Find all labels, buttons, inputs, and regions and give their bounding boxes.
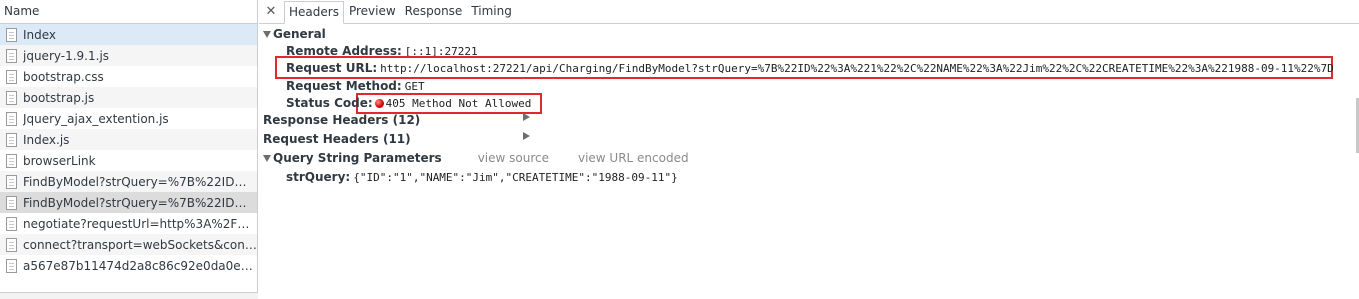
request-method-label: Request Method:	[286, 79, 402, 93]
request-list-panel: Name Index jquery-1.9.1.js bootstrap.css bo…	[0, 0, 258, 299]
document-icon	[6, 153, 17, 168]
view-source-link[interactable]: view source	[478, 151, 549, 165]
document-icon	[6, 90, 17, 105]
request-method-row: Request Method: GET	[286, 79, 425, 93]
error-status-icon	[374, 99, 384, 108]
document-icon	[6, 27, 17, 42]
request-name: a567e87b11474d2a8c86c92e0da0eb8f...	[23, 258, 257, 273]
request-headers-header[interactable]: Request Headers (11)	[263, 132, 530, 146]
request-details-panel: ✕ Headers Preview Response Timing Genera…	[259, 0, 1359, 299]
response-headers-section: Response Headers (12)	[263, 113, 530, 127]
request-list-item[interactable]: connect?transport=webSockets&conn...	[0, 234, 257, 255]
request-list-item[interactable]: bootstrap.js	[0, 87, 257, 108]
request-url-label: Request URL:	[286, 61, 378, 75]
tab-preview[interactable]: Preview	[345, 1, 400, 23]
request-name: negotiate?requestUrl=http%3A%2F%2...	[23, 216, 257, 231]
document-icon	[6, 216, 17, 231]
request-list-item[interactable]: browserLink	[0, 150, 257, 171]
query-string-title: Query String Parameters	[273, 151, 442, 165]
tab-timing[interactable]: Timing	[467, 1, 516, 23]
request-url-value: http://localhost:27221/api/Charging/Find…	[380, 62, 1334, 75]
query-string-section: Query String Parameters view source view…	[263, 151, 689, 165]
query-param-value: {"ID":"1","NAME":"Jim","CREATETIME":"198…	[353, 171, 678, 184]
query-string-header[interactable]: Query String Parameters view source view…	[263, 151, 689, 165]
request-name: Jquery_ajax_extention.js	[23, 111, 169, 126]
collapse-triangle-icon[interactable]	[263, 30, 271, 38]
request-name: bootstrap.css	[23, 69, 104, 84]
request-list-item[interactable]: negotiate?requestUrl=http%3A%2F%2...	[0, 213, 257, 234]
request-list-item[interactable]: Jquery_ajax_extention.js	[0, 108, 257, 129]
request-name: FindByModel?strQuery=%7B%22ID%2...	[23, 195, 257, 210]
request-url-row: Request URL: http://localhost:27221/api/C…	[286, 61, 1334, 75]
request-list-item[interactable]: jquery-1.9.1.js	[0, 45, 257, 66]
request-name: browserLink	[23, 153, 96, 168]
request-name: connect?transport=webSockets&conn...	[23, 237, 257, 252]
request-name: jquery-1.9.1.js	[23, 48, 110, 63]
request-name: Index	[23, 27, 57, 42]
collapse-triangle-icon[interactable]	[263, 154, 271, 162]
response-headers-header[interactable]: Response Headers (12)	[263, 113, 530, 127]
document-icon	[6, 195, 17, 210]
expand-triangle-icon[interactable]	[523, 113, 530, 121]
request-list-item[interactable]: FindByModel?strQuery=%7B%22ID%2...	[0, 171, 257, 192]
request-name: FindByModel?strQuery=%7B%22ID%2...	[23, 174, 257, 189]
request-list-item[interactable]: Index.js	[0, 129, 257, 150]
general-section: General	[263, 27, 326, 41]
view-url-encoded-link[interactable]: view URL encoded	[578, 151, 689, 165]
status-code-label: Status Code:	[286, 96, 373, 110]
request-list: Index jquery-1.9.1.js bootstrap.css bootstr…	[0, 24, 257, 276]
status-code-value: 405 Method Not Allowed	[385, 97, 532, 110]
response-headers-title: Response Headers (12)	[263, 113, 421, 127]
document-icon	[6, 258, 17, 273]
request-list-item[interactable]: Index	[0, 24, 257, 45]
name-column-header[interactable]: Name	[0, 0, 257, 24]
status-code-row: Status Code: 405 Method Not Allowed	[286, 96, 531, 110]
tab-response[interactable]: Response	[401, 1, 467, 23]
request-list-item[interactable]: a567e87b11474d2a8c86c92e0da0eb8f...	[0, 255, 257, 276]
request-headers-section: Request Headers (11)	[263, 132, 530, 146]
expand-triangle-icon[interactable]	[523, 132, 530, 140]
document-icon	[6, 132, 17, 147]
general-section-header[interactable]: General	[263, 27, 326, 41]
general-title: General	[273, 27, 326, 41]
request-name: Index.js	[23, 132, 70, 147]
document-icon	[6, 237, 17, 252]
close-icon[interactable]: ✕	[263, 1, 279, 23]
document-icon	[6, 174, 17, 189]
request-list-item[interactable]: bootstrap.css	[0, 66, 257, 87]
request-list-item[interactable]: FindByModel?strQuery=%7B%22ID%2...	[0, 192, 257, 213]
query-param-row: strQuery: {"ID":"1","NAME":"Jim","CREATET…	[286, 170, 678, 184]
tab-headers[interactable]: Headers	[284, 1, 344, 24]
document-icon	[6, 111, 17, 126]
request-headers-title: Request Headers (11)	[263, 132, 411, 146]
list-footer	[0, 292, 258, 299]
document-icon	[6, 48, 17, 63]
details-tabbar: ✕ Headers Preview Response Timing	[259, 0, 1359, 24]
query-param-label: strQuery:	[286, 170, 351, 184]
request-method-value: GET	[404, 80, 425, 93]
document-icon	[6, 69, 17, 84]
request-name: bootstrap.js	[23, 90, 95, 105]
